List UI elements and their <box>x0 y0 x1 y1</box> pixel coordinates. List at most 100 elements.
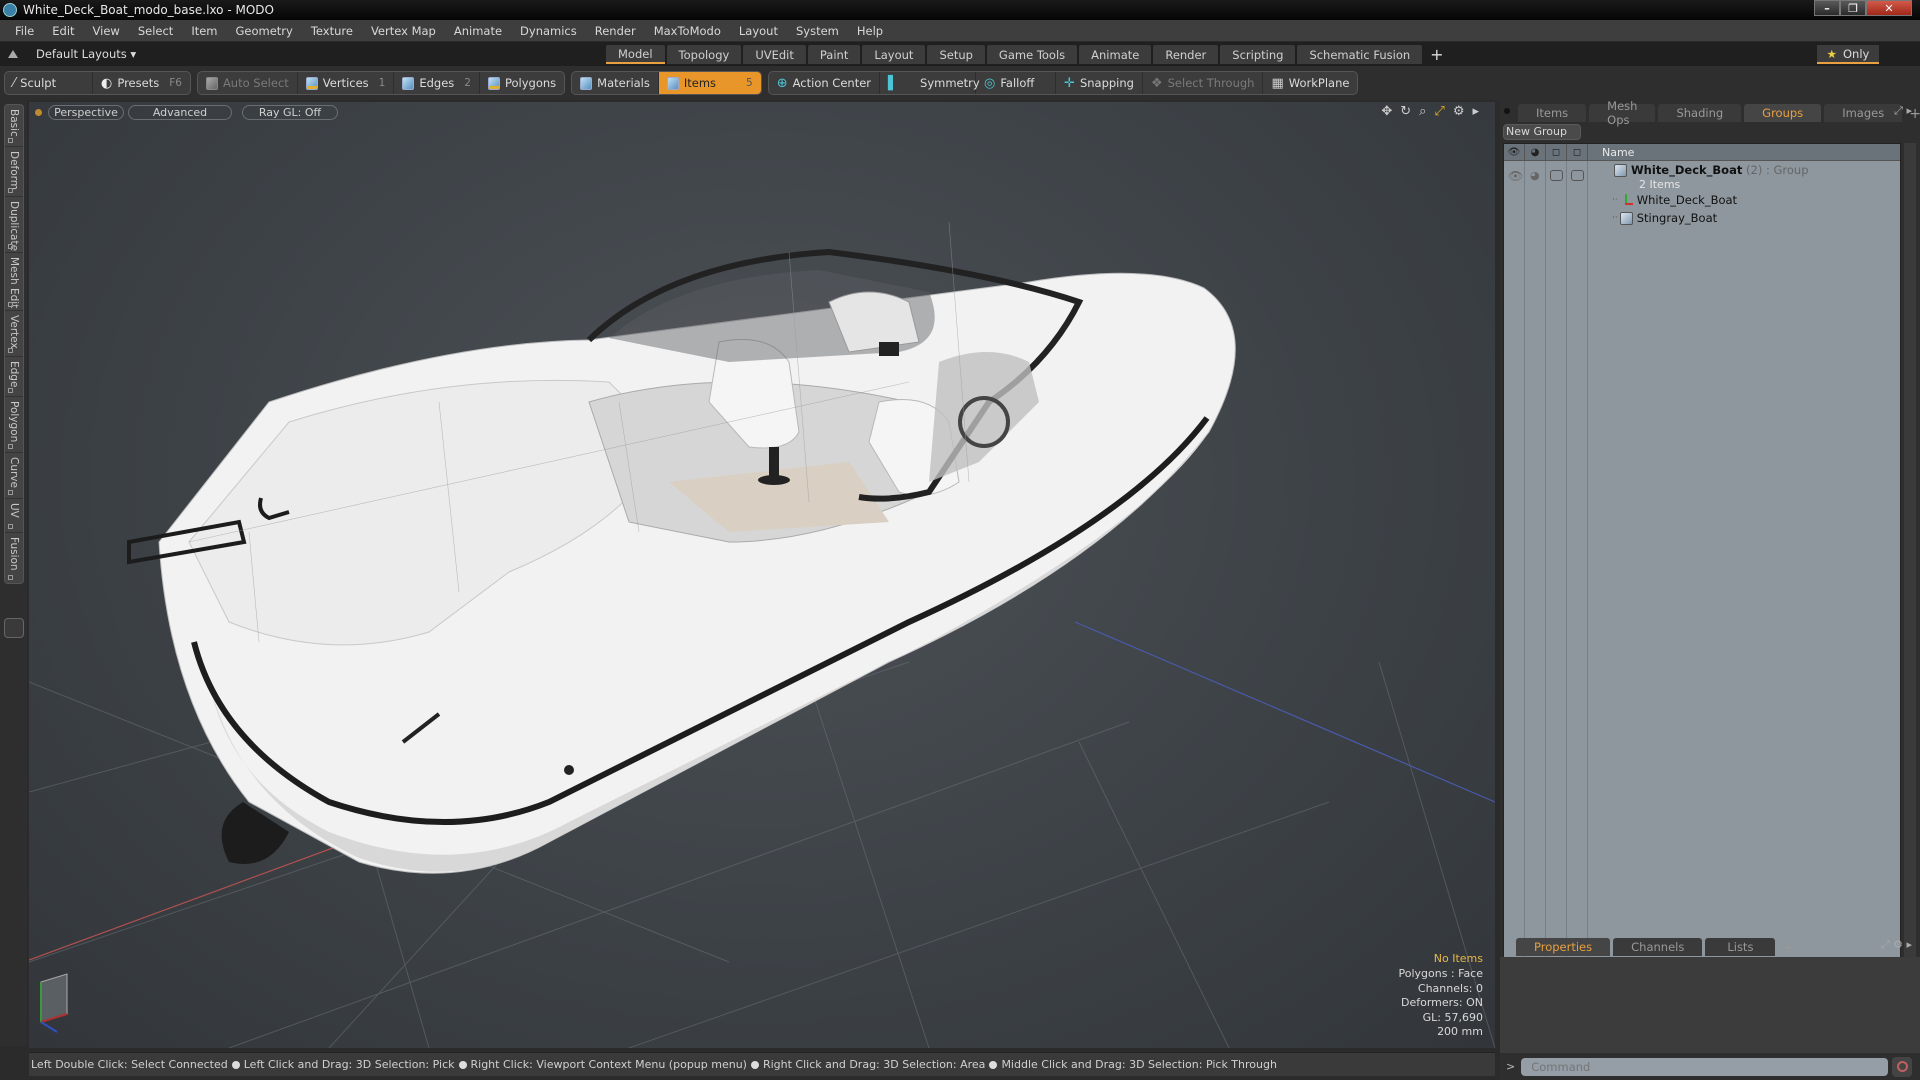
vtab-fusion[interactable]: Fusion <box>5 533 23 583</box>
tab-schematic-fusion[interactable]: Schematic Fusion <box>1297 45 1423 64</box>
zoom-icon[interactable]: ⌕ <box>1419 104 1426 119</box>
view-mode-dropdown[interactable]: Perspective <box>48 104 124 120</box>
vtab-curve[interactable]: Curve <box>5 453 23 499</box>
tab-lists[interactable]: Lists <box>1705 938 1776 956</box>
materials-button[interactable]: Materials <box>572 72 659 94</box>
tab-items[interactable]: Items <box>1518 104 1587 122</box>
menu-system[interactable]: System <box>787 24 848 38</box>
tab-setup[interactable]: Setup <box>927 45 985 64</box>
menu-maxtomodo[interactable]: MaxToModo <box>645 24 730 38</box>
add-tab-button[interactable]: + <box>1430 45 1443 64</box>
tab-animate[interactable]: Animate <box>1079 45 1152 64</box>
vertices-button[interactable]: Vertices 1 <box>298 72 395 94</box>
viewport-menu-dot[interactable] <box>35 108 42 116</box>
visibility-eye-icon[interactable]: 👁 <box>1508 169 1523 183</box>
polygons-button[interactable]: Polygons <box>480 72 564 94</box>
vtab-deform[interactable]: Deform <box>5 147 23 197</box>
vtab-edge[interactable]: Edge <box>5 357 23 397</box>
vtab-mesh-edit[interactable]: Mesh Edit <box>5 253 23 311</box>
visibility-column-icon[interactable]: 👁 <box>1504 143 1525 161</box>
restore-button[interactable]: ❐ <box>1840 0 1866 16</box>
add-properties-tab-button[interactable]: + <box>1782 940 1794 956</box>
tab-render[interactable]: Render <box>1153 45 1219 64</box>
menu-select[interactable]: Select <box>129 24 182 38</box>
x-axis-line <box>29 841 350 961</box>
vtab-vertex[interactable]: Vertex <box>5 311 23 357</box>
select-checkbox[interactable] <box>1571 170 1584 181</box>
tab-scripting[interactable]: Scripting <box>1220 45 1296 64</box>
menu-vertex-map[interactable]: Vertex Map <box>362 24 445 38</box>
render-toggle-icon[interactable]: ◕ <box>1530 169 1540 182</box>
menu-view[interactable]: View <box>84 24 129 38</box>
3d-viewport[interactable]: Perspective Advanced Ray GL: Off ✥ ↻ ⌕ ⤢… <box>29 102 1495 1048</box>
expand-arrow-icon[interactable]: ▸ <box>1472 104 1479 119</box>
tab-properties[interactable]: Properties <box>1516 938 1611 956</box>
menu-render[interactable]: Render <box>586 24 645 38</box>
vtab-polygon[interactable]: Polygon <box>5 397 23 453</box>
menu-layout[interactable]: Layout <box>730 24 787 38</box>
layouts-dropdown[interactable]: Default Layouts ▾ <box>0 47 136 61</box>
tab-shading[interactable]: Shading <box>1658 104 1742 122</box>
vtab-uv[interactable]: UV <box>5 499 23 533</box>
groups-scrollbar[interactable] <box>1904 143 1916 1029</box>
tab-topology[interactable]: Topology <box>666 45 742 64</box>
menu-help[interactable]: Help <box>848 24 892 38</box>
child-item-stingray-boat[interactable]: ·· Stingray_Boat <box>1612 211 1717 225</box>
presets-button[interactable]: ◐ Presets F6 <box>93 72 190 94</box>
tab-groups[interactable]: Groups <box>1744 104 1822 122</box>
record-macro-button[interactable] <box>1892 1056 1913 1077</box>
rotate-icon[interactable]: ↻ <box>1400 104 1411 119</box>
shading-dropdown[interactable]: Advanced <box>128 104 232 120</box>
sculpt-button[interactable]: ⁄ Sculpt <box>5 72 93 94</box>
tab-images[interactable]: Images <box>1824 104 1903 122</box>
tab-layout[interactable]: Layout <box>862 45 926 64</box>
panel-expand-icon[interactable]: ⤢ ▸ <box>1894 104 1912 118</box>
menu-animate[interactable]: Animate <box>445 24 511 38</box>
maximize-icon[interactable]: ⤢ <box>1434 104 1444 119</box>
menu-edit[interactable]: Edit <box>43 24 83 38</box>
vtab-duplicate[interactable]: Duplicate <box>5 197 23 253</box>
action-center-button[interactable]: ⊕ Action Center <box>769 72 881 94</box>
vtab-basic[interactable]: Basic <box>5 105 23 147</box>
falloff-button[interactable]: ◎ Falloff <box>976 72 1057 94</box>
extra-tab-button[interactable] <box>4 618 24 638</box>
group-item[interactable]: White_Deck_Boat (2) : Group <box>1614 163 1809 177</box>
tab-game-tools[interactable]: Game Tools <box>986 45 1078 64</box>
menu-file[interactable]: File <box>6 24 43 38</box>
collapse-up-icon[interactable] <box>8 50 18 58</box>
brush-icon: ⁄ <box>13 75 16 91</box>
menu-geometry[interactable]: Geometry <box>227 24 302 38</box>
pan-icon[interactable]: ✥ <box>1381 104 1392 119</box>
gl-info: GL: 57,690 <box>1422 1010 1483 1024</box>
polygons-info: Polygons : Face <box>1398 967 1483 981</box>
symmetry-button[interactable]: ▌ Symmetry <box>880 72 980 94</box>
tab-model[interactable]: Model <box>606 45 665 64</box>
viewport-settings-icon[interactable]: ⚙ <box>1453 104 1465 119</box>
tab-channels[interactable]: Channels <box>1613 938 1703 956</box>
auto-select-button[interactable]: Auto Select <box>198 72 298 94</box>
new-group-button[interactable]: New Group <box>1503 124 1581 140</box>
boat-model-render[interactable] <box>29 102 1495 1048</box>
properties-panel-controls-icon[interactable]: ⤢ ⚙ ▸ <box>1881 938 1912 952</box>
lock-column-icon[interactable]: ◻ <box>1546 143 1567 161</box>
render-column-icon[interactable]: ◕ <box>1525 143 1546 161</box>
close-button[interactable]: ✕ <box>1866 0 1912 16</box>
tab-paint[interactable]: Paint <box>807 45 861 64</box>
select-column-icon[interactable]: ◻ <box>1567 143 1588 161</box>
select-through-button[interactable]: ❖ Select Through <box>1143 72 1264 94</box>
minimize-button[interactable]: – <box>1814 0 1840 16</box>
menu-dynamics[interactable]: Dynamics <box>511 24 586 38</box>
workplane-button[interactable]: ▦ WorkPlane <box>1263 72 1357 94</box>
menu-texture[interactable]: Texture <box>302 24 362 38</box>
tab-uvedit[interactable]: UVEdit <box>743 45 806 64</box>
raygl-toggle[interactable]: Ray GL: Off <box>242 104 338 120</box>
command-input[interactable] <box>1521 1057 1889 1076</box>
child-item-white-deck-boat[interactable]: ·· White_Deck_Boat <box>1612 193 1737 207</box>
edges-button[interactable]: Edges 2 <box>394 72 480 94</box>
only-button[interactable]: ★ Only <box>1817 45 1879 64</box>
items-button[interactable]: Items 5 <box>658 72 761 94</box>
lock-checkbox[interactable] <box>1550 170 1563 181</box>
snapping-button[interactable]: ✛ Snapping <box>1056 72 1143 94</box>
tab-mesh-ops[interactable]: Mesh Ops <box>1589 99 1656 127</box>
menu-item[interactable]: Item <box>182 24 226 38</box>
